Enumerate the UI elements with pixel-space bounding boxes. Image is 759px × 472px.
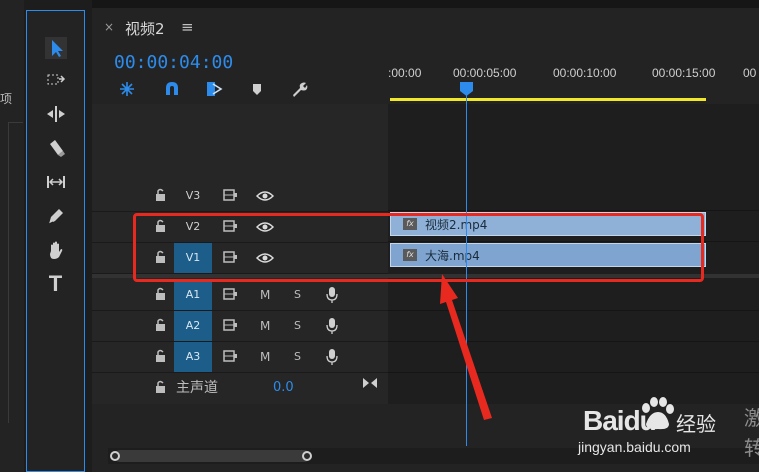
track-name-v3[interactable]: V3 <box>174 181 212 211</box>
master-track-label: 主声道 <box>176 380 218 396</box>
mute-button[interactable]: M <box>260 288 270 302</box>
eye-icon[interactable] <box>256 189 274 203</box>
tab-close-icon[interactable]: × <box>104 20 114 34</box>
track-header-a3: A3 M S <box>92 342 388 373</box>
sync-lock-icon[interactable] <box>222 287 238 301</box>
type-icon: T <box>48 271 63 296</box>
track-header-a1: A1 M S <box>92 280 388 311</box>
go-to-edit-point-icon[interactable] <box>362 376 378 390</box>
sync-lock-icon[interactable] <box>222 188 238 202</box>
hand-icon <box>49 241 62 259</box>
project-panel-fragment: 项 <box>0 0 24 472</box>
top-strip <box>92 0 759 8</box>
slip-tool-button[interactable] <box>27 167 84 197</box>
solo-button[interactable]: S <box>294 288 301 301</box>
scroll-left-knob[interactable] <box>110 451 120 461</box>
pen-tool-button[interactable] <box>27 201 84 231</box>
track-name-a1[interactable]: A1 <box>174 280 212 310</box>
ripple-edit-tool-button[interactable] <box>27 99 84 129</box>
lock-icon[interactable] <box>154 318 168 332</box>
mute-button[interactable]: M <box>260 319 270 333</box>
linked-selection-icon[interactable] <box>205 80 223 98</box>
lock-icon[interactable] <box>154 380 168 394</box>
razor-tool-button[interactable] <box>27 133 84 163</box>
ruler-label: 00:00:15:00 <box>652 66 716 80</box>
watermark-brand-cn: 经验 <box>676 412 716 436</box>
pen-icon <box>48 209 63 225</box>
watermark-url: jingyan.baidu.com <box>578 439 691 455</box>
selection-tool-button[interactable] <box>27 33 84 63</box>
track-header-v3: V3 <box>92 181 388 212</box>
microphone-icon[interactable] <box>326 348 338 366</box>
playhead-timecode[interactable]: 00:00:04:00 <box>114 52 233 73</box>
work-area-bar[interactable] <box>390 98 706 101</box>
tools-panel: T <box>26 10 85 472</box>
ruler-label: 00:00:10:00 <box>553 66 617 80</box>
wrench-icon[interactable] <box>290 80 308 98</box>
ripple-edit-icon <box>46 106 65 122</box>
sequence-tab-title[interactable]: 视频2 <box>125 18 165 39</box>
project-panel-text: 项 <box>0 92 13 106</box>
type-tool-button[interactable]: T <box>27 269 84 299</box>
magnet-icon[interactable] <box>163 80 181 98</box>
slip-icon <box>46 176 65 188</box>
tab-menu-icon[interactable]: ≡ <box>181 18 194 36</box>
hand-tool-button[interactable] <box>27 235 84 265</box>
microphone-icon[interactable] <box>326 286 338 304</box>
annotation-arrow <box>440 274 492 420</box>
track-name-a3[interactable]: A3 <box>174 342 212 372</box>
master-volume-value[interactable]: 0.0 <box>273 380 294 395</box>
solo-button[interactable]: S <box>294 350 301 363</box>
track-select-icon <box>47 74 65 85</box>
panel-edge <box>8 122 23 423</box>
ruler-label: :00:00 <box>388 66 422 80</box>
marker-icon[interactable] <box>248 80 266 98</box>
baidu-paw-icon <box>642 397 674 430</box>
lock-icon[interactable] <box>154 287 168 301</box>
watermark-side-text: 激 <box>744 406 759 430</box>
sync-lock-icon[interactable] <box>222 349 238 363</box>
ruler-label: 00:00:05:00 <box>453 66 517 80</box>
lane-separator <box>388 210 759 211</box>
microphone-icon[interactable] <box>326 317 338 335</box>
selection-arrow-icon <box>44 37 67 59</box>
lock-icon[interactable] <box>154 349 168 363</box>
ruler-label: 00 <box>743 66 757 80</box>
mute-button[interactable]: M <box>260 350 270 364</box>
lock-icon[interactable] <box>154 188 168 202</box>
track-select-tool-button[interactable] <box>27 65 84 95</box>
watermark-side-text: 转 <box>744 436 759 460</box>
razor-icon <box>49 140 65 157</box>
highlight-box <box>133 213 704 282</box>
playhead-handle-icon[interactable] <box>460 82 473 96</box>
solo-button[interactable]: S <box>294 319 301 332</box>
track-header-a2: A2 M S <box>92 311 388 342</box>
snap-insert-icon[interactable] <box>118 80 136 98</box>
track-name-a2[interactable]: A2 <box>174 311 212 341</box>
scroll-thumb[interactable] <box>114 450 310 462</box>
scroll-right-knob[interactable] <box>302 451 312 461</box>
sync-lock-icon[interactable] <box>222 318 238 332</box>
